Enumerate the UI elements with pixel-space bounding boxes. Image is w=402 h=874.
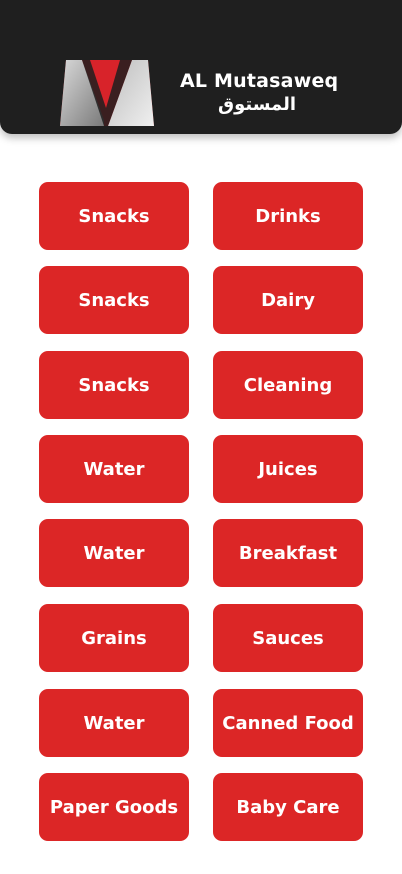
category-button-drinks[interactable]: Drinks [213,182,363,250]
category-button-water[interactable]: Water [39,519,189,587]
category-button-snacks[interactable]: Snacks [39,351,189,419]
category-button-grains[interactable]: Grains [39,604,189,672]
category-button-dairy[interactable]: Dairy [213,266,363,334]
category-button-sauces[interactable]: Sauces [213,604,363,672]
category-button-water[interactable]: Water [39,689,189,757]
category-button-baby-care[interactable]: Baby Care [213,773,363,841]
category-button-paper-goods[interactable]: Paper Goods [39,773,189,841]
category-grid: Snacks Drinks Snacks Dairy Snacks Cleani… [0,0,402,874]
category-button-cleaning[interactable]: Cleaning [213,351,363,419]
category-button-canned-food[interactable]: Canned Food [213,689,363,757]
category-button-juices[interactable]: Juices [213,435,363,503]
category-button-snacks[interactable]: Snacks [39,266,189,334]
category-button-snacks[interactable]: Snacks [39,182,189,250]
category-button-water[interactable]: Water [39,435,189,503]
category-button-breakfast[interactable]: Breakfast [213,519,363,587]
